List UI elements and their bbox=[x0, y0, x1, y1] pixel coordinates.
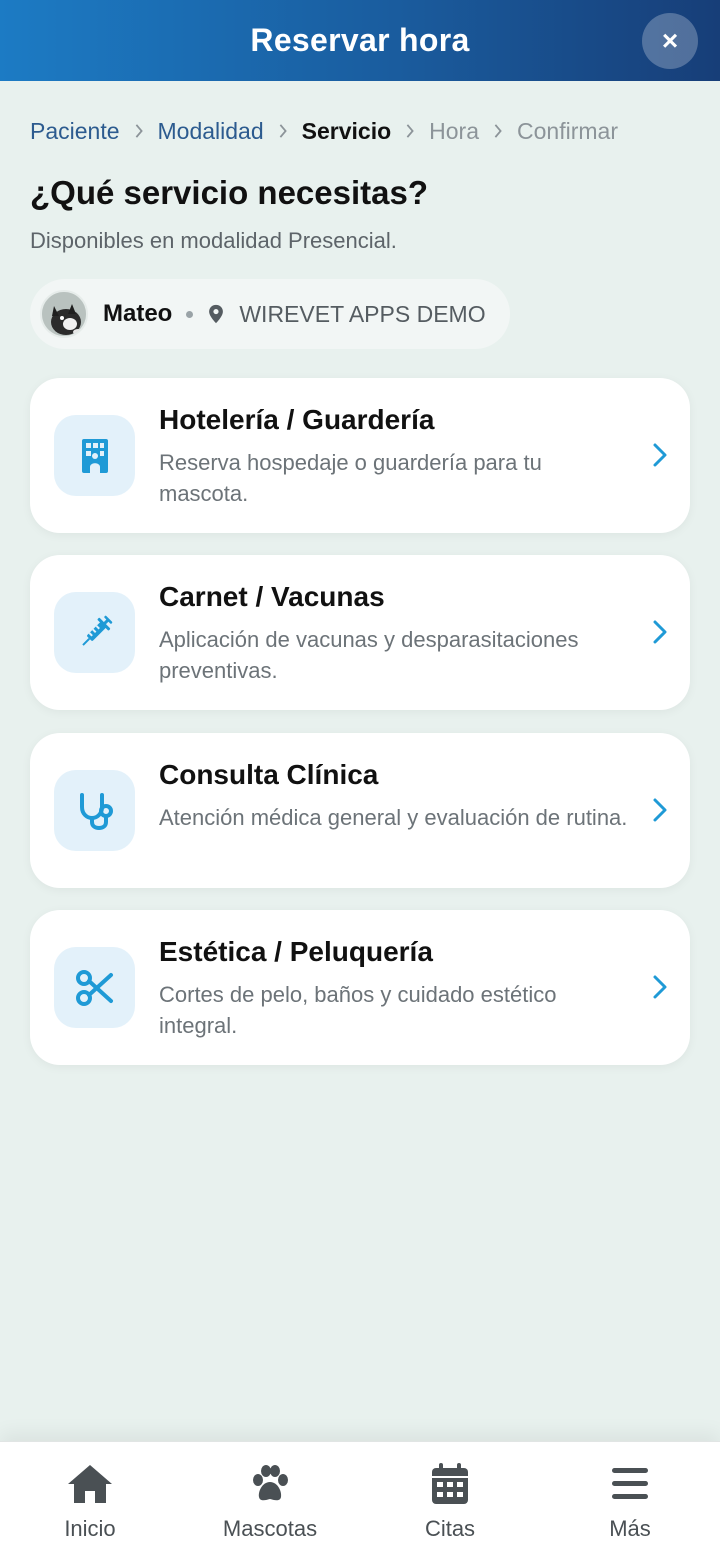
close-button[interactable]: × bbox=[642, 13, 698, 69]
service-description: Reserva hospedaje o guardería para tu ma… bbox=[159, 450, 542, 506]
chevron-right-icon bbox=[653, 443, 667, 467]
breadcrumb: Paciente Modalidad Servicio Hora Confirm… bbox=[30, 114, 618, 148]
page-title: ¿Qué servicio necesitas? bbox=[30, 174, 429, 211]
pet-name: Mateo bbox=[103, 300, 173, 327]
clinic-name: WIREVET APPS DEMO bbox=[239, 300, 486, 327]
service-card-vacunas[interactable]: Carnet / Vacunas Aplicación de vacunas y… bbox=[30, 555, 690, 710]
patient-chip: Mateo WIREVET APPS DEMO bbox=[30, 279, 510, 349]
service-card-hoteleria[interactable]: Hotelería / Guardería Reserva hospedaje … bbox=[30, 378, 690, 533]
chevron-right-icon bbox=[653, 798, 667, 822]
service-title: Consulta Clínica bbox=[159, 759, 379, 790]
service-description: Atención médica general y evaluación de … bbox=[159, 805, 628, 830]
service-card-estetica[interactable]: Estética / Peluquería Cortes de pelo, ba… bbox=[30, 910, 690, 1065]
stethoscope-icon bbox=[54, 770, 135, 851]
chevron-right-icon bbox=[391, 124, 429, 138]
nav-label: Inicio bbox=[64, 1516, 116, 1541]
nav-label: Más bbox=[609, 1516, 651, 1541]
breadcrumb-step-confirmar: Confirmar bbox=[517, 117, 618, 144]
calendar-icon bbox=[432, 1463, 468, 1504]
chevron-right-icon bbox=[264, 124, 302, 138]
pet-avatar bbox=[40, 290, 88, 338]
chevron-right-icon bbox=[653, 620, 667, 644]
service-title: Carnet / Vacunas bbox=[159, 581, 385, 612]
menu-icon bbox=[612, 1468, 648, 1499]
nav-item-mas[interactable]: Más bbox=[540, 1442, 720, 1558]
syringe-icon bbox=[54, 592, 135, 673]
breadcrumb-step-paciente[interactable]: Paciente bbox=[30, 118, 120, 145]
nav-item-citas[interactable]: Citas bbox=[360, 1442, 540, 1558]
separator-dot bbox=[186, 310, 194, 318]
hotel-icon bbox=[54, 415, 135, 496]
home-icon bbox=[68, 1465, 112, 1503]
service-description: Aplicación de vacunas y desparasitacione… bbox=[159, 627, 579, 683]
breadcrumb-step-hora: Hora bbox=[429, 117, 480, 144]
nav-label: Mascotas bbox=[222, 1516, 318, 1541]
chevron-right-icon bbox=[653, 975, 667, 999]
nav-label: Citas bbox=[424, 1516, 476, 1541]
app-header: Reservar hora × bbox=[0, 0, 720, 81]
service-title: Hotelería / Guardería bbox=[159, 404, 435, 435]
header-title: Reservar hora bbox=[250, 22, 470, 58]
nav-item-mascotas[interactable]: Mascotas bbox=[180, 1442, 360, 1558]
chevron-right-icon bbox=[120, 124, 158, 138]
service-title: Estética / Peluquería bbox=[159, 936, 433, 967]
scissors-icon bbox=[54, 947, 135, 1028]
location-pin-icon bbox=[209, 304, 224, 324]
service-card-consulta[interactable]: Consulta Clínica Atención médica general… bbox=[30, 733, 690, 888]
chevron-right-icon bbox=[479, 124, 517, 138]
bottom-nav: Inicio Mascotas Citas Más bbox=[0, 1441, 720, 1558]
nav-item-inicio[interactable]: Inicio bbox=[0, 1442, 180, 1558]
page-subtitle: Disponibles en modalidad Presencial. bbox=[30, 228, 397, 253]
breadcrumb-step-modalidad[interactable]: Modalidad bbox=[158, 118, 264, 145]
service-description: Cortes de pelo, baños y cuidado estético… bbox=[159, 982, 557, 1038]
paw-icon bbox=[253, 1465, 288, 1501]
breadcrumb-step-servicio: Servicio bbox=[301, 117, 392, 144]
